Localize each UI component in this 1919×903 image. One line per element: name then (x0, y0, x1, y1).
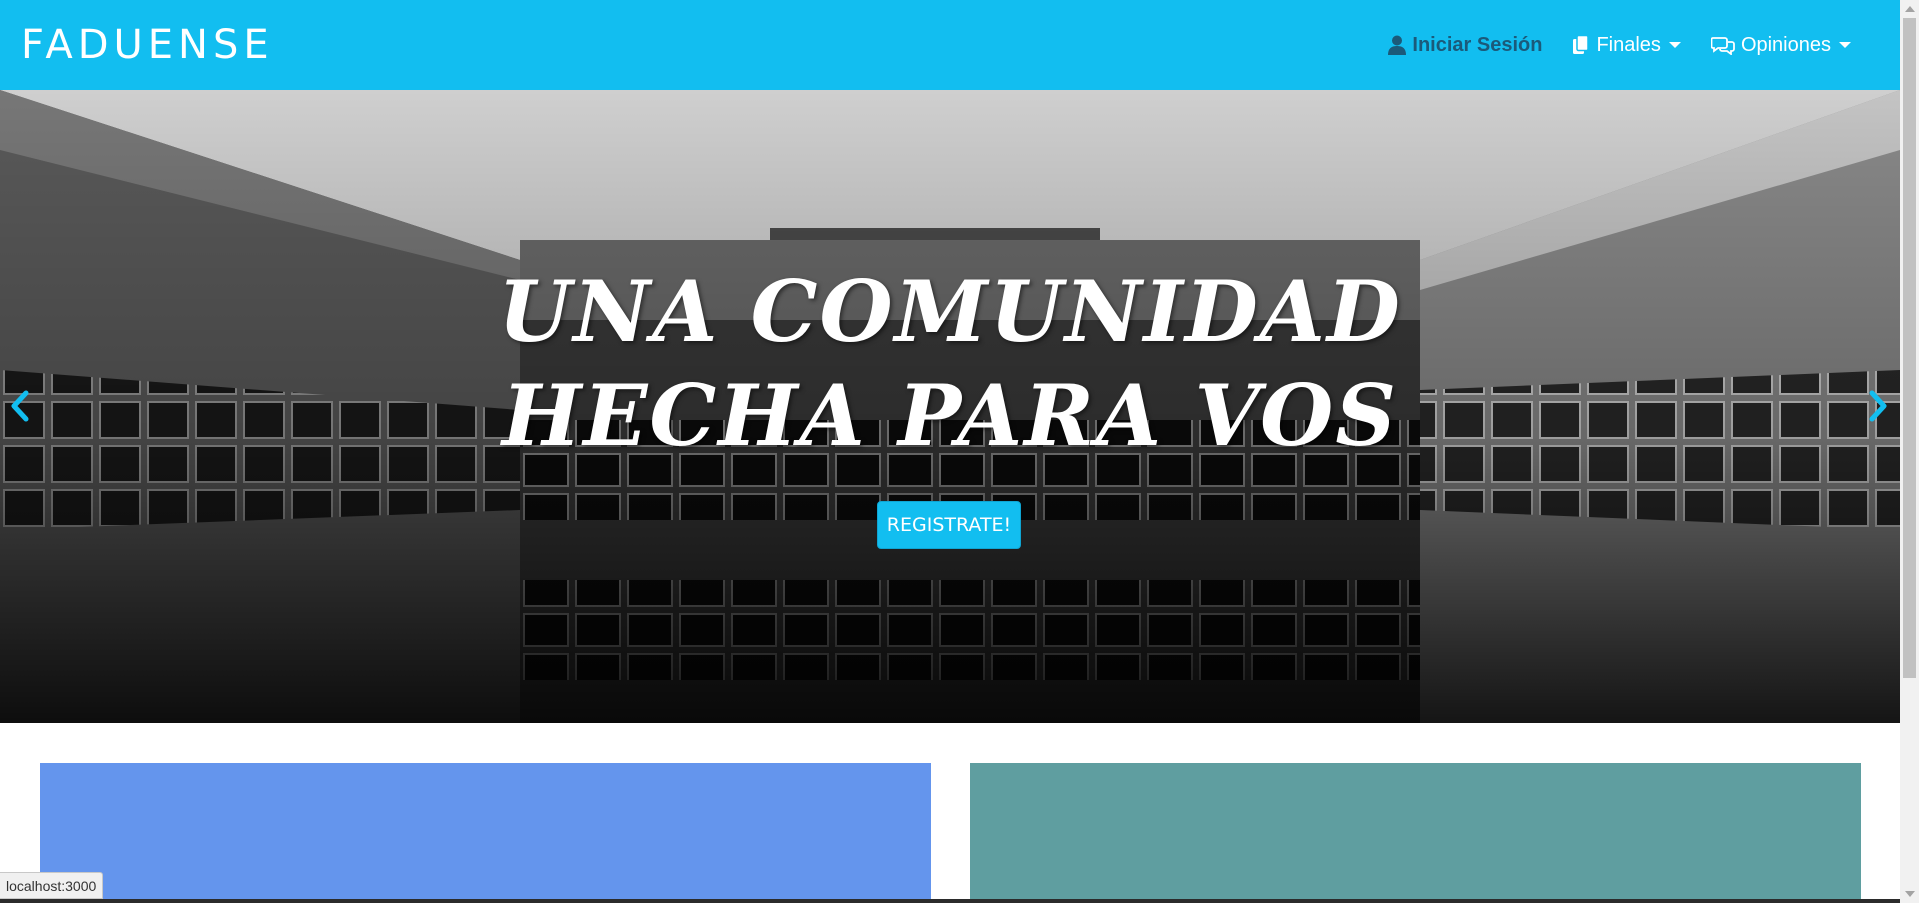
scroll-thumb[interactable] (1903, 18, 1916, 678)
chevron-left-icon (11, 390, 29, 422)
page-scrollbar[interactable] (1900, 0, 1919, 903)
carousel-prev-button[interactable] (8, 389, 32, 428)
taskbar-strip (0, 899, 1900, 903)
scroll-up-icon[interactable] (1905, 6, 1915, 12)
feature-card-teal (970, 763, 1861, 903)
login-link[interactable]: Iniciar Sesión (1388, 34, 1542, 57)
copy-icon (1573, 35, 1590, 54)
finales-dropdown[interactable]: Finales (1572, 33, 1681, 57)
hero-title: Una comunidad hecha para vos (498, 262, 1402, 465)
browser-status-bar: localhost:3000 (0, 872, 104, 899)
carousel-next-button[interactable] (1866, 389, 1890, 428)
login-label: Iniciar Sesión (1412, 33, 1543, 56)
register-button[interactable]: REGISTRATE! (877, 501, 1021, 549)
chevron-right-icon (1869, 390, 1887, 422)
comments-icon (1710, 37, 1735, 55)
opiniones-caret-icon (1839, 42, 1851, 48)
feature-card-blue (40, 763, 931, 903)
nav-menu: Iniciar Sesión Finales Opiniones (1388, 34, 1879, 57)
user-icon (1388, 35, 1407, 55)
opiniones-dropdown[interactable]: Opiniones (1710, 33, 1851, 57)
hero-carousel: Una comunidad hecha para vos REGISTRATE! (0, 90, 1900, 723)
finales-label: Finales (1596, 33, 1661, 56)
scroll-down-icon[interactable] (1905, 891, 1915, 897)
top-navbar: FADUENSE Iniciar Sesión Finales Opinione… (0, 0, 1900, 90)
site-brand[interactable]: FADUENSE (21, 22, 274, 68)
opiniones-label: Opiniones (1740, 33, 1831, 56)
finales-caret-icon (1668, 42, 1681, 48)
